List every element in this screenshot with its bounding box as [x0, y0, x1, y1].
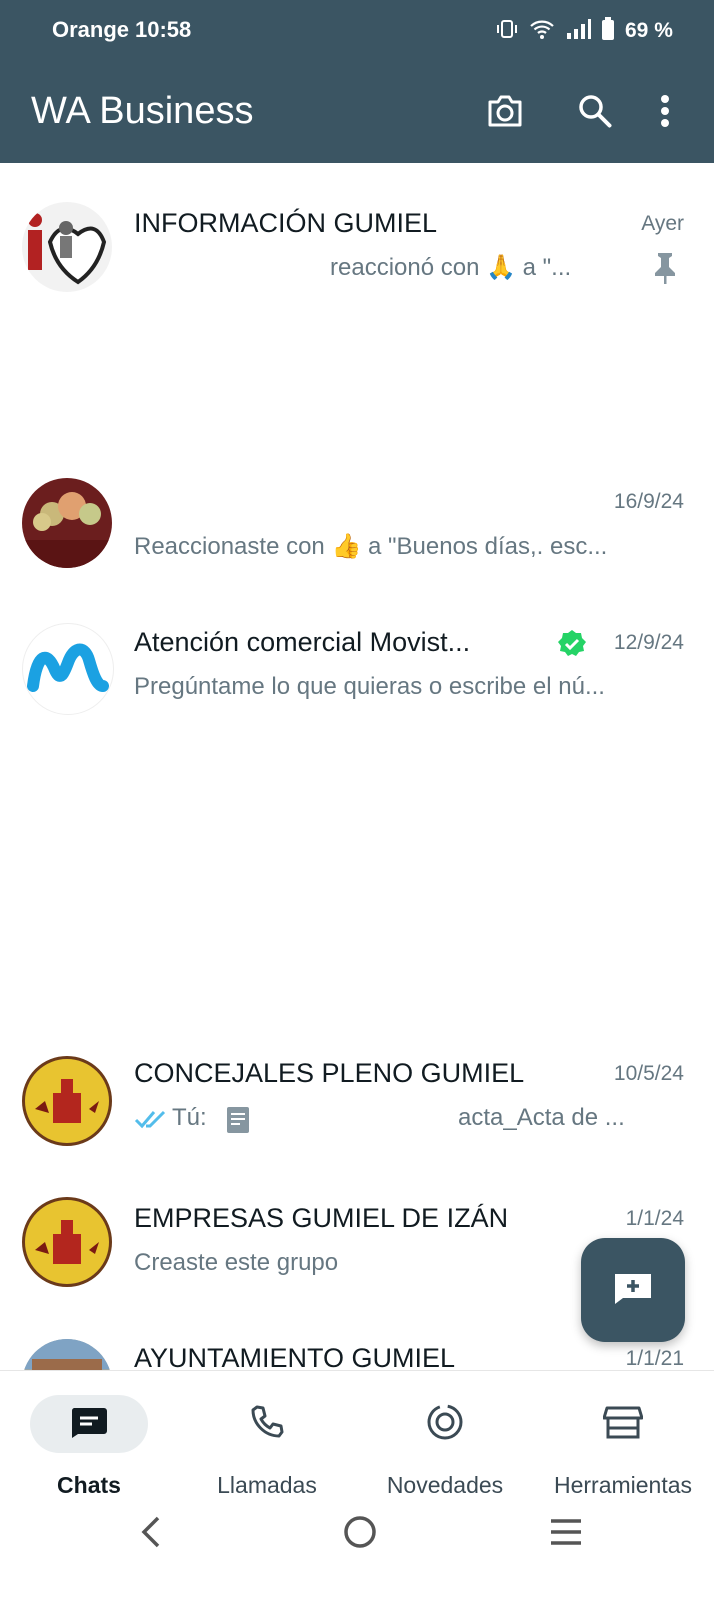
chat-row-paisajeros[interactable]: 16/9/24 Reaccionaste con 👍 a "Buenos día… [0, 478, 714, 588]
tab-novedades[interactable]: Novedades [356, 1371, 534, 1500]
avatar [22, 1056, 112, 1146]
avatar [22, 1197, 112, 1287]
chat-name: EMPRESAS GUMIEL DE IZÁN [134, 1203, 509, 1233]
home-icon[interactable] [340, 1512, 380, 1552]
status-time: 10:58 [135, 17, 192, 42]
chat-time: 1/1/24 [625, 1207, 684, 1230]
chat-name: AYUNTAMIENTO GUMIEL [134, 1343, 456, 1370]
chat-preview: Pregúntame lo que quieras o escribe el n… [134, 673, 605, 700]
signal-icon [565, 17, 591, 46]
camera-icon[interactable] [483, 89, 527, 133]
verified-icon [557, 629, 587, 664]
chat-time: 12/9/24 [613, 631, 684, 654]
updates-icon-wrap [386, 1395, 504, 1453]
app-bar: Orange 10:58 69 % WA Business [0, 0, 714, 163]
recents-icon[interactable] [546, 1512, 586, 1552]
system-nav-bar [0, 1500, 714, 1599]
avatar [22, 202, 112, 292]
chat-preview: Reaccionaste con 👍 a "Buenos días,. esc.… [134, 533, 608, 560]
chats-icon [70, 1406, 108, 1443]
bottom-nav: Chats Llamadas Novedades Herramientas [0, 1370, 714, 1500]
tab-label: Llamadas [217, 1472, 317, 1498]
store-icon [602, 1404, 644, 1445]
chat-time: 10/5/24 [613, 1062, 684, 1085]
new-chat-button[interactable] [581, 1238, 685, 1342]
store-icon-wrap [564, 1395, 682, 1453]
tab-label: Chats [57, 1472, 121, 1498]
chats-icon-wrap [30, 1395, 148, 1453]
avatar [22, 1339, 112, 1370]
back-icon[interactable] [136, 1512, 168, 1552]
avatar [22, 623, 114, 715]
tab-chats[interactable]: Chats [0, 1371, 178, 1500]
chat-name: Atención comercial Movist... [134, 627, 471, 657]
chat-preview: Creaste este grupo [134, 1249, 339, 1276]
chat-preview: reaccionó con 🙏 a "... [330, 254, 572, 281]
more-vert-icon[interactable] [650, 89, 680, 133]
chat-row-informacion-gumiel[interactable]: INFORMACIÓN GUMIEL Ayer reaccionó con 🙏 … [0, 193, 714, 303]
search-icon[interactable] [573, 89, 617, 133]
pin-icon [652, 251, 678, 290]
chat-preview-prefix: Tú: [172, 1104, 207, 1131]
avatar [22, 478, 112, 568]
battery-icon [601, 16, 615, 46]
new-chat-icon [613, 1270, 653, 1311]
tab-herramientas[interactable]: Herramientas [534, 1371, 712, 1500]
chat-time: 1/1/21 [625, 1347, 684, 1370]
updates-icon [425, 1402, 465, 1447]
phone-icon-wrap [208, 1395, 326, 1453]
chat-preview: acta_Acta de ... [458, 1104, 625, 1131]
chat-row-movistar[interactable]: Atención comercial Movist... 12/9/24 Pre… [0, 623, 714, 733]
vibrate-icon [495, 17, 519, 46]
app-title: WA Business [31, 90, 254, 132]
tab-label: Novedades [386, 1472, 504, 1498]
status-icons: 69 % [495, 16, 673, 46]
document-icon [226, 1106, 250, 1139]
phone-icon [249, 1404, 285, 1445]
tab-llamadas[interactable]: Llamadas [178, 1371, 356, 1500]
tab-label: Herramientas [553, 1472, 693, 1498]
battery-percent: 69 % [625, 19, 673, 42]
chat-time: 16/9/24 [613, 490, 684, 513]
chat-name: CONCEJALES PLENO GUMIEL [134, 1058, 525, 1088]
double-check-icon [134, 1108, 168, 1135]
chat-name: INFORMACIÓN GUMIEL [134, 208, 438, 238]
status-carrier: Orange [52, 17, 130, 42]
wifi-icon [529, 17, 555, 46]
chat-row-concejales[interactable]: CONCEJALES PLENO GUMIEL 10/5/24 Tú: acta… [0, 1054, 714, 1164]
chat-time: Ayer [641, 212, 684, 235]
